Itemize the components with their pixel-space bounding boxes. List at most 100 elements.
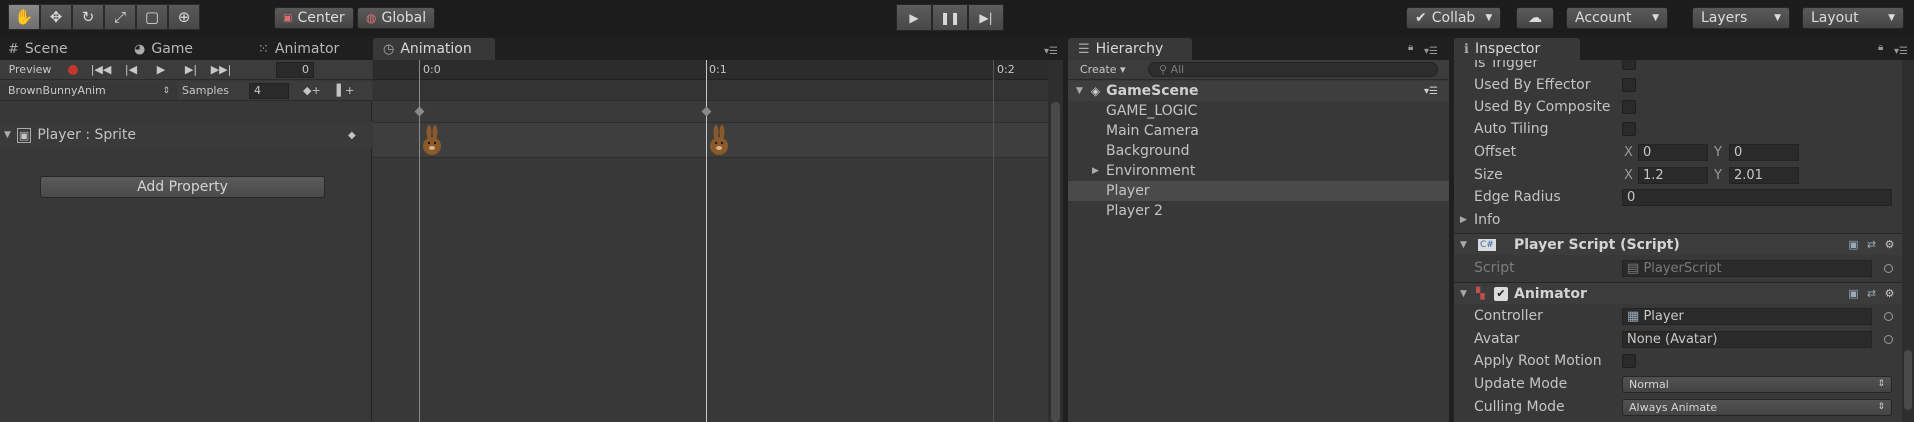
collab-dropdown[interactable]: ✔ Collab ▼ — [1406, 7, 1502, 29]
layers-dropdown[interactable]: Layers ▼ — [1692, 7, 1790, 29]
frame-field[interactable]: 0 — [276, 61, 314, 78]
event-row[interactable] — [373, 80, 1048, 101]
expand-triangle-icon[interactable]: ▶ — [1092, 166, 1099, 176]
help-icon[interactable]: ▣ — [1847, 287, 1860, 300]
object-picker-icon[interactable] — [1884, 263, 1893, 273]
tab-animator[interactable]: ⁙ Animator — [258, 38, 339, 60]
panel-menu-icon[interactable]: ▾☰ — [1424, 46, 1438, 57]
expand-triangle-icon[interactable]: ▼ — [1076, 86, 1083, 96]
scrollbar-thumb[interactable] — [1904, 350, 1912, 410]
space-global-button[interactable]: ◍ Global — [357, 7, 436, 29]
dopesheet[interactable]: 0:0 0:1 0:2 — [373, 60, 1048, 422]
time-ruler[interactable]: 0:0 0:1 0:2 — [373, 60, 1048, 80]
add-property-button[interactable]: Add Property — [40, 176, 325, 198]
preset-icon[interactable]: ⇄ — [1865, 238, 1878, 251]
animator-header[interactable]: ▼ ▚ ✔ Animator ▣ ⇄ ⚙ — [1454, 282, 1904, 304]
update-mode-label: Update Mode — [1474, 376, 1568, 392]
used-by-effector-checkbox[interactable] — [1622, 78, 1636, 92]
rect-tool-button[interactable]: ▢ — [136, 4, 168, 30]
scale-tool-button[interactable]: ⤢ — [104, 4, 136, 30]
anim-play-button[interactable]: ▶ — [146, 60, 176, 80]
hierarchy-item[interactable]: Main Camera — [1068, 121, 1449, 141]
panel-menu-icon[interactable]: ▾☰ — [1894, 46, 1908, 57]
expand-triangle-icon[interactable]: ▼ — [1460, 289, 1467, 299]
last-key-button[interactable]: ▶▶| — [206, 60, 236, 80]
script-field[interactable]: ▤ PlayerScript — [1622, 259, 1872, 277]
tab-animation-label: Animation — [400, 41, 472, 57]
auto-tiling-checkbox[interactable] — [1622, 122, 1636, 136]
scale-icon: ⤢ — [113, 8, 126, 26]
next-key-button[interactable]: ▶| — [176, 60, 206, 80]
hierarchy-item[interactable]: GAME_LOGIC — [1068, 101, 1449, 121]
lock-icon[interactable]: 🔒︎ — [1878, 42, 1883, 53]
expand-triangle-icon[interactable]: ▼ — [1460, 240, 1467, 250]
info-row[interactable]: ▶ Info — [1454, 209, 1904, 231]
tab-inspector[interactable]: ℹ Inspector — [1454, 38, 1580, 60]
size-y-field[interactable]: 2.01 — [1729, 166, 1799, 184]
account-dropdown[interactable]: Account ▼ — [1566, 7, 1668, 29]
gear-icon[interactable]: ⚙ — [1883, 238, 1896, 251]
add-event-icon[interactable]: ▌+ — [337, 84, 355, 97]
edge-radius-field[interactable]: 0 — [1622, 188, 1892, 206]
step-button[interactable]: ▶| — [968, 4, 1004, 31]
expand-triangle-icon[interactable]: ▼ — [4, 130, 11, 140]
avatar-label: Avatar — [1474, 331, 1520, 347]
property-row[interactable]: ▼ ▣ Player : Sprite ◆ — [0, 122, 372, 148]
controller-field[interactable]: ▦ Player — [1622, 307, 1872, 325]
create-dropdown[interactable]: Create ▾ — [1080, 63, 1126, 76]
pivot-center-button[interactable]: ▣ Center — [274, 7, 354, 29]
dopesheet-scrollbar[interactable] — [1048, 60, 1063, 422]
apply-root-motion-checkbox[interactable] — [1622, 354, 1636, 368]
update-mode-dropdown[interactable]: Normal ⇕ — [1622, 375, 1892, 393]
layout-dropdown[interactable]: Layout ▼ — [1802, 7, 1904, 29]
offset-x-field[interactable]: 0 — [1638, 143, 1708, 161]
pause-button[interactable]: ❚❚ — [932, 4, 968, 31]
rotate-tool-button[interactable]: ↻ — [72, 4, 104, 30]
expand-triangle-icon[interactable]: ▶ — [1460, 215, 1467, 225]
clip-dropdown[interactable]: BrownBunnyAnim ⇕ — [0, 81, 178, 100]
hierarchy-item[interactable]: Player 2 — [1068, 201, 1449, 221]
size-x-field[interactable]: 1.2 — [1638, 166, 1708, 184]
hierarchy-item-selected[interactable]: Player — [1068, 181, 1449, 201]
avatar-field[interactable]: None (Avatar) — [1622, 330, 1872, 348]
object-picker-icon[interactable] — [1884, 311, 1893, 321]
culling-mode-dropdown[interactable]: Always Animate ⇕ — [1622, 398, 1892, 416]
gear-icon[interactable]: ⚙ — [1883, 287, 1896, 300]
scene-menu-icon[interactable]: ▾☰ — [1424, 86, 1438, 97]
object-picker-icon[interactable] — [1884, 334, 1893, 344]
bunny-sprite-keyframe[interactable] — [421, 124, 443, 156]
used-by-composite-checkbox[interactable] — [1622, 100, 1636, 114]
samples-field[interactable]: 4 — [248, 82, 289, 99]
tab-scene[interactable]: # Scene — [8, 38, 68, 60]
tab-animation[interactable]: ◷ Animation — [373, 38, 495, 60]
play-button[interactable]: ▶ — [896, 4, 932, 31]
move-tool-button[interactable]: ✥ — [40, 4, 72, 30]
player-script-header[interactable]: ▼ C# Player Script (Script) ▣ ⇄ ⚙ — [1454, 233, 1904, 255]
prev-key-button[interactable]: |◀ — [116, 60, 146, 80]
panel-menu-icon[interactable]: ▾☰ — [1044, 46, 1058, 57]
record-button[interactable] — [60, 60, 86, 80]
hand-tool-button[interactable]: ✋ — [8, 4, 40, 30]
offset-y-field[interactable]: 0 — [1729, 143, 1799, 161]
inspector-scrollbar[interactable] — [1902, 60, 1914, 422]
transform-tool-button[interactable]: ⊕ — [168, 4, 200, 30]
axis-x-label: X — [1624, 144, 1633, 160]
tab-hierarchy[interactable]: ☰ Hierarchy — [1068, 38, 1192, 60]
first-key-button[interactable]: |◀◀ — [86, 60, 116, 80]
scene-row[interactable]: ▼ ◈ GameScene ▾☰ — [1068, 81, 1449, 101]
cloud-button[interactable]: ☁ — [1516, 7, 1554, 29]
preset-icon[interactable]: ⇄ — [1865, 287, 1878, 300]
is-trigger-checkbox[interactable] — [1622, 60, 1636, 70]
hierarchy-item[interactable]: Background — [1068, 141, 1449, 161]
enabled-checkbox[interactable]: ✔ — [1494, 286, 1508, 301]
tab-game[interactable]: ◕ Game — [134, 38, 193, 60]
hierarchy-search-input[interactable]: ⚲ All — [1148, 62, 1438, 77]
scrollbar-thumb[interactable] — [1051, 102, 1060, 422]
property-options-icon[interactable]: ◆ — [348, 130, 356, 141]
preview-button[interactable]: Preview — [0, 60, 60, 80]
hierarchy-item[interactable]: ▶ Environment — [1068, 161, 1449, 181]
add-keyframe-icon[interactable]: ◆+ — [303, 84, 321, 97]
bunny-sprite-keyframe[interactable] — [708, 124, 730, 156]
help-icon[interactable]: ▣ — [1847, 238, 1860, 251]
lock-icon[interactable]: 🔒︎ — [1408, 42, 1413, 53]
